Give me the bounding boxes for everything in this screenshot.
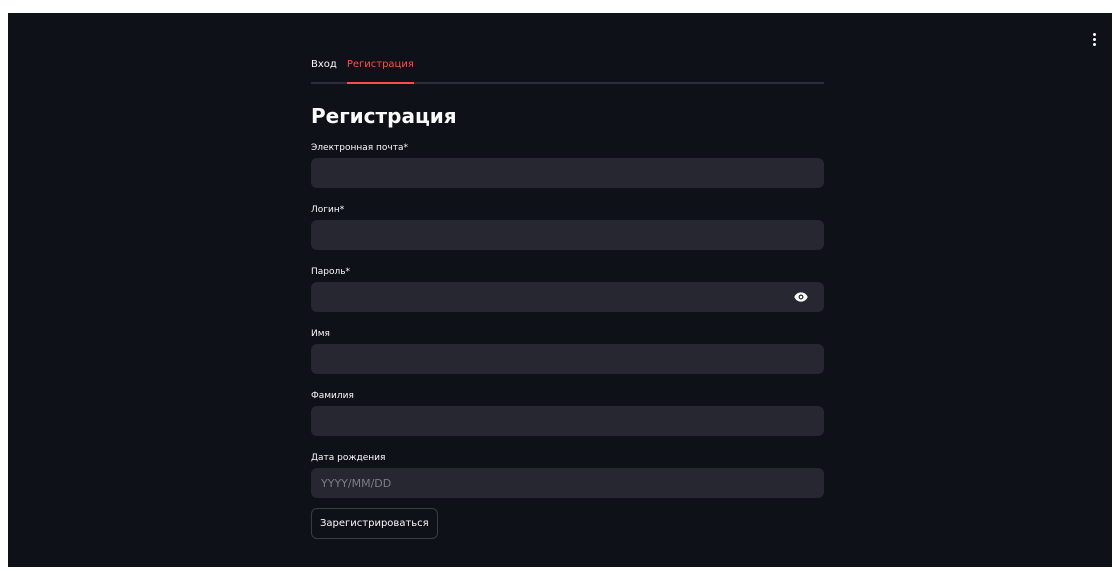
first-name-label: Имя	[311, 329, 330, 339]
first-name-field-group: Имя	[311, 328, 824, 374]
menu-dot	[1092, 32, 1096, 36]
app-container: Вход Регистрация Регистрация Электронная…	[8, 13, 1112, 567]
last-name-label: Фамилия	[311, 391, 354, 401]
first-name-field[interactable]	[311, 344, 824, 374]
last-name-field-group: Фамилия	[311, 390, 824, 436]
kebab-menu-icon[interactable]	[1086, 29, 1102, 49]
last-name-field[interactable]	[311, 406, 824, 436]
login-field[interactable]	[311, 220, 824, 250]
email-label: Электронная почта*	[311, 143, 408, 153]
tab-registration[interactable]: Регистрация	[346, 58, 414, 84]
birth-date-field[interactable]	[311, 468, 824, 498]
register-button[interactable]: Зарегистрироваться	[311, 508, 438, 539]
tab-bar: Вход Регистрация	[311, 58, 824, 84]
menu-dot	[1092, 42, 1096, 46]
main-content: Вход Регистрация Регистрация Электронная…	[311, 13, 824, 539]
tab-login[interactable]: Вход	[311, 58, 337, 80]
eye-icon[interactable]	[794, 291, 808, 303]
birth-date-field-group: Дата рождения	[311, 452, 824, 498]
login-field-group: Логин*	[311, 204, 824, 250]
email-field-group: Электронная почта*	[311, 142, 824, 188]
login-label: Логин*	[311, 205, 345, 215]
password-label: Пароль*	[311, 267, 351, 277]
menu-dot	[1092, 37, 1096, 41]
page-title: Регистрация	[311, 104, 457, 128]
birth-date-label: Дата рождения	[311, 453, 386, 463]
email-field[interactable]	[311, 158, 824, 188]
password-field[interactable]	[311, 282, 824, 312]
password-field-group: Пароль*	[311, 266, 824, 312]
